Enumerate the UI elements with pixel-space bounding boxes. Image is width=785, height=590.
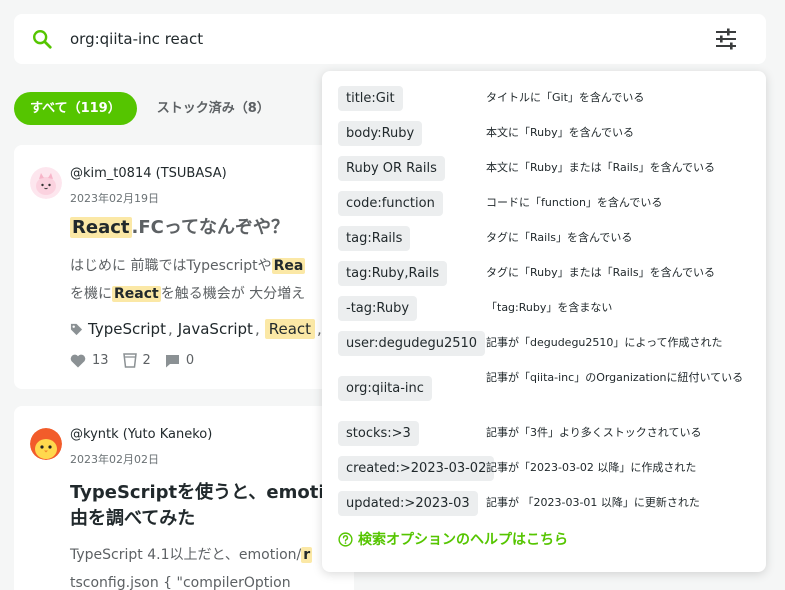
option-desc: タイトルに「Git」を含んでいる [486, 91, 645, 104]
option-chip[interactable]: code:function [338, 191, 443, 216]
tag-link[interactable]: React [264, 319, 316, 339]
heart-icon [70, 354, 86, 367]
option-row: org:qiita-inc [338, 376, 432, 401]
question-circle-icon [338, 531, 353, 547]
article-card[interactable]: @kim_t0814 (TSUBASA) 2023年02月19日 React .F… [14, 145, 354, 389]
author-name[interactable]: @kyntk (Yuto Kaneko) [70, 427, 212, 442]
tag-list: TypeScript, JavaScript, React, [70, 319, 327, 339]
like-count: 13 [70, 353, 109, 368]
option-desc: 本文に「Ruby」を含んでいる [486, 126, 635, 139]
tag-link[interactable]: JavaScript [178, 320, 253, 338]
article-excerpt: はじめに 前職ではTypescriptや Rea [70, 252, 306, 280]
article-excerpt: tsconfig.json { "compilerOption [70, 575, 291, 590]
option-desc: 記事が「degudegu2510」によって作成された [486, 336, 723, 349]
option-row: user:degudegu2510 [338, 331, 486, 356]
avatar[interactable] [30, 167, 62, 199]
option-chip[interactable]: tag:Rails [338, 226, 411, 251]
stock-count-value: 2 [142, 353, 151, 368]
option-row: -tag:Ruby [338, 296, 418, 321]
stock-count: 2 [122, 353, 151, 368]
option-row: Ruby OR Rails [338, 156, 445, 181]
option-row: code:function [338, 191, 443, 216]
article-stats: 13 2 0 [70, 353, 208, 368]
highlight: r [301, 547, 313, 563]
option-chip[interactable]: user:degudegu2510 [338, 331, 486, 356]
avatar[interactable] [30, 428, 62, 460]
tag-link[interactable]: TypeScript [88, 320, 166, 338]
option-desc: 記事が 「2023-03-01 以降」に更新された [486, 496, 700, 509]
search-help-link[interactable]: 検索オプションのヘルプはこちら [338, 529, 568, 549]
option-desc: 本文に「Ruby」または「Rails」を含んでいる [486, 161, 716, 174]
comment-count: 0 [165, 353, 194, 368]
article-card[interactable]: @kyntk (Yuto Kaneko) 2023年02月02日 TypeScr… [14, 406, 354, 590]
search-input[interactable]: org:qiita-inc react [70, 14, 203, 64]
option-desc: 記事が「2023-03-02 以降」に作成された [486, 461, 697, 474]
option-chip[interactable]: -tag:Ruby [338, 296, 418, 321]
article-excerpt: TypeScript 4.1以上だと、emotion/r [70, 541, 313, 569]
sliders-icon[interactable] [714, 28, 738, 50]
stock-icon [122, 353, 137, 368]
post-date: 2023年02月02日 [70, 453, 159, 466]
search-help-panel: title:Git タイトルに「Git」を含んでいる body:Ruby 本文に… [322, 71, 766, 572]
title-text: .FCってなんぞや？ [131, 217, 289, 238]
article-title-line2[interactable]: 由を調べてみた [70, 504, 195, 534]
tab-all[interactable]: すべて（119） [14, 92, 137, 125]
post-date: 2023年02月19日 [70, 192, 159, 205]
option-desc: 記事が「qiita-inc」のOrganizationに紐付いている [486, 371, 744, 384]
option-chip[interactable]: title:Git [338, 86, 403, 111]
article-excerpt: を機に React を触る機会が 大分増え [70, 280, 305, 308]
option-chip[interactable]: updated:>2023-03 [338, 491, 478, 516]
tab-stocked[interactable]: ストック済み（8） [141, 92, 286, 125]
comment-count-value: 0 [185, 353, 195, 368]
option-chip[interactable]: Ruby OR Rails [338, 156, 445, 181]
highlight: Rea [271, 258, 306, 274]
comment-icon [165, 354, 179, 367]
excerpt-text: を機に [70, 286, 112, 302]
article-title[interactable]: React .FCってなんぞや？ [70, 213, 289, 243]
search-bar[interactable]: org:qiita-inc react [14, 14, 766, 64]
result-tabs: すべて（119） ストック済み（8） [14, 92, 286, 125]
author-name[interactable]: @kim_t0814 (TSUBASA) [70, 166, 227, 181]
option-chip[interactable]: stocks:>3 [338, 421, 419, 446]
tag-icon [70, 323, 83, 335]
option-row: created:>2023-03-02 [338, 456, 495, 481]
help-link-text[interactable]: 検索オプションのヘルプはこちら [358, 529, 568, 549]
search-icon [33, 30, 52, 49]
excerpt-text: はじめに 前職ではTypescriptや [70, 258, 272, 274]
option-row: body:Ruby [338, 121, 423, 146]
excerpt-text: TypeScript 4.1以上だと、emotion/ [70, 547, 302, 563]
option-row: tag:Rails [338, 226, 411, 251]
option-row: stocks:>3 [338, 421, 419, 446]
option-chip[interactable]: tag:Ruby,Rails [338, 261, 448, 286]
option-desc: タグに「Ruby」または「Rails」を含んでいる [486, 266, 716, 279]
option-chip[interactable]: created:>2023-03-02 [338, 456, 495, 481]
highlight: React [70, 217, 132, 238]
option-row: updated:>2023-03 [338, 491, 478, 516]
option-row: tag:Ruby,Rails [338, 261, 448, 286]
excerpt-text: を触る機会が 大分増え [160, 286, 306, 302]
option-desc: 記事が「3件」より多くストックされている [486, 426, 702, 439]
option-desc: コードに「function」を含んでいる [486, 196, 663, 209]
highlight: React [112, 286, 161, 302]
option-row: title:Git [338, 86, 403, 111]
option-chip[interactable]: org:qiita-inc [338, 376, 432, 401]
like-count-value: 13 [92, 353, 109, 368]
option-desc: タグに「Rails」を含んでいる [486, 231, 633, 244]
option-desc: 「tag:Ruby」を含まない [486, 301, 613, 314]
option-chip[interactable]: body:Ruby [338, 121, 423, 146]
